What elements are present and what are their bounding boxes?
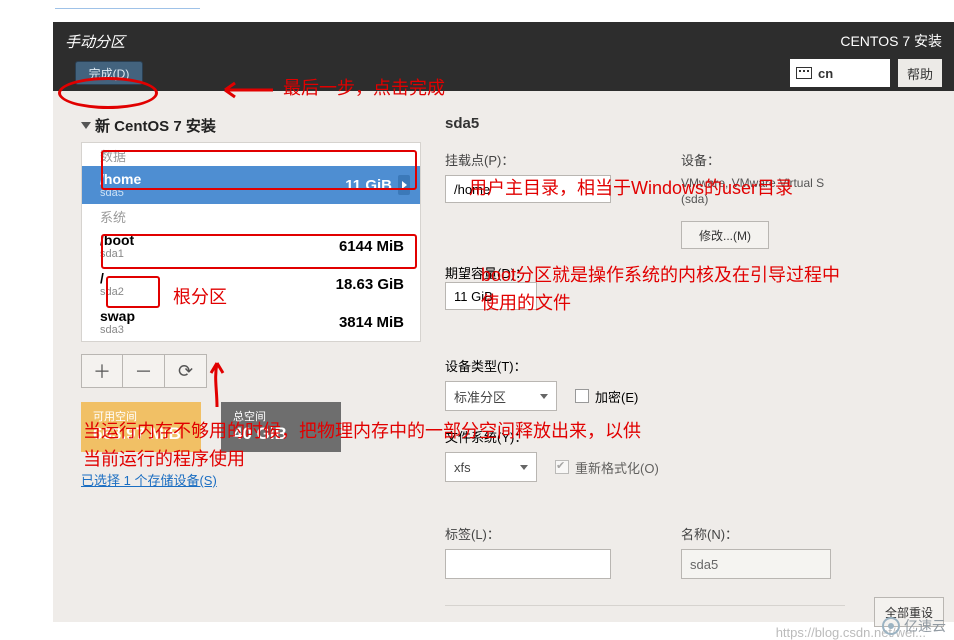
chevron-down-icon [81, 122, 91, 129]
device-type-label: 设备类型(T)： [445, 356, 944, 375]
tag-label: 标签(L)： [445, 524, 611, 543]
help-button[interactable]: 帮助 [898, 59, 942, 87]
watermark-text: 亿速云 [904, 616, 946, 636]
device-text: VMware, VMware Virtual S (sda) [681, 175, 851, 207]
install-label: 新 CentOS 7 安装 [95, 115, 216, 136]
add-mount-button[interactable]: ＋ [81, 354, 123, 388]
distro-title: CENTOS 7 安装 [840, 31, 942, 51]
mount-item-boot[interactable]: /boot sda1 6144 MiB [82, 227, 420, 265]
mountpoint-label: 挂载点(P)： [445, 150, 611, 169]
name-label: 名称(N)： [681, 524, 831, 543]
device-type-value: 标准分区 [454, 387, 506, 406]
mount-size: 11 GiB [345, 177, 392, 194]
mount-device: sda1 [100, 248, 339, 260]
page-title: 手动分区 [65, 31, 125, 52]
refresh-mount-button[interactable]: ⟳ [165, 354, 207, 388]
chevron-down-icon [540, 394, 548, 399]
device-section-label: 设备： [681, 150, 851, 169]
mount-item-home[interactable]: /home sda5 11 GiB [82, 166, 420, 204]
capacity-input[interactable] [445, 282, 537, 310]
remove-mount-button[interactable]: － [123, 354, 165, 388]
selected-device-title: sda5 [445, 115, 944, 132]
mount-device: sda5 [100, 187, 345, 199]
keyboard-language-selector[interactable]: cn [790, 59, 890, 87]
cloud-icon [882, 617, 900, 635]
mount-item-swap[interactable]: swap sda3 3814 MiB [82, 303, 420, 341]
chevron-right-icon [398, 175, 410, 195]
encrypt-label: 加密(E) [595, 387, 638, 406]
name-input [681, 549, 831, 579]
watermark-logo: 亿速云 [882, 616, 946, 636]
mount-size: 6144 MiB [339, 238, 404, 255]
device-type-select[interactable]: 标准分区 [445, 381, 557, 411]
capacity-label: 期望容量(D)： [445, 263, 944, 282]
section-system-label: 系统 [82, 204, 420, 227]
done-button[interactable]: 完成(D) [75, 61, 143, 85]
mount-size: 3814 MiB [339, 314, 404, 331]
mountpoint-input[interactable] [445, 175, 611, 203]
keyboard-icon [796, 67, 812, 79]
modify-device-button[interactable]: 修改...(M) [681, 221, 769, 249]
annotation-root: 根分区 [173, 283, 227, 309]
encrypt-checkbox[interactable] [575, 389, 589, 403]
mount-path: swap [100, 308, 339, 324]
tag-input[interactable] [445, 549, 611, 579]
keyboard-language-code: cn [818, 66, 833, 81]
install-accordion-header[interactable]: 新 CentOS 7 安装 [81, 115, 421, 136]
section-data-label: 数据 [82, 143, 420, 166]
mount-size: 18.63 GiB [336, 276, 404, 293]
mount-point-list: 数据 /home sda5 11 GiB 系统 /boot sda1 6144 [81, 142, 421, 342]
mount-item-root[interactable]: / sda2 18.63 GiB [82, 265, 420, 303]
mount-device: sda3 [100, 324, 339, 336]
annotation-swap: 当运行内存不够用的时候，把物理内存中的一部分空间释放出来，以供当前运行的程序使用 [83, 418, 653, 474]
mount-path: /boot [100, 232, 339, 248]
mount-path: /home [100, 171, 345, 187]
